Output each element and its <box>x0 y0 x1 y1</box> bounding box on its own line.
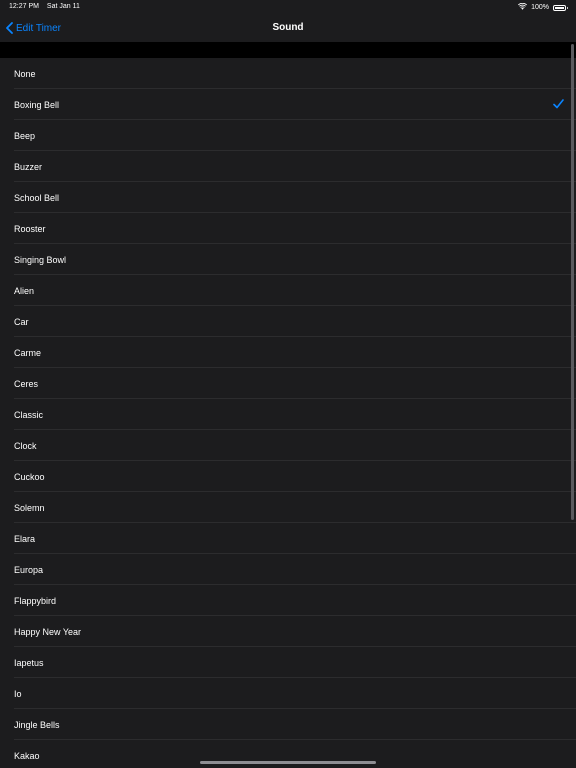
sound-option[interactable]: Happy New Year <box>0 616 576 647</box>
sound-option-label: Cuckoo <box>14 471 45 482</box>
status-date: Sat Jan 11 <box>46 3 80 10</box>
sound-option-label: Boxing Bell <box>14 99 60 110</box>
sound-option[interactable]: Cuckoo <box>0 461 576 492</box>
sound-option-label: Carme <box>14 347 42 358</box>
sound-option[interactable]: Carme <box>0 337 576 368</box>
section-spacer <box>0 42 576 58</box>
sound-option-label: School Bell <box>14 192 60 203</box>
sound-option-label: Elara <box>14 533 36 544</box>
sound-option[interactable]: Alien <box>0 275 576 306</box>
wifi-icon <box>518 2 528 12</box>
sound-option[interactable]: Elara <box>0 523 576 554</box>
status-bar: 12:27 PM Sat Jan 11 100% <box>0 0 576 14</box>
sound-option-label: Alien <box>14 285 35 296</box>
status-time-date: 12:27 PM Sat Jan 11 <box>9 3 86 10</box>
status-time: 12:27 PM <box>9 3 39 10</box>
sound-option[interactable]: Buzzer <box>0 151 576 182</box>
sound-option[interactable]: Clock <box>0 430 576 461</box>
sound-option[interactable]: Solemn <box>0 492 576 523</box>
sound-option-label: Io <box>14 688 22 699</box>
sound-option[interactable]: Iapetus <box>0 647 576 678</box>
page-title: Sound <box>272 22 304 33</box>
sound-option[interactable]: None <box>0 58 576 89</box>
sound-option-label: Car <box>14 316 29 327</box>
checkmark-icon <box>553 99 564 111</box>
home-indicator[interactable] <box>200 761 376 764</box>
sound-option[interactable]: School Bell <box>0 182 576 213</box>
battery-icon <box>553 4 568 11</box>
sound-list: None Boxing Bell Beep Buzzer School Bell Roos… <box>0 58 576 768</box>
sound-option-label: Europa <box>14 564 44 575</box>
sound-option-label: Buzzer <box>14 161 43 172</box>
sound-option-label: Beep <box>14 130 36 141</box>
sound-option-label: Singing Bowl <box>14 254 67 265</box>
sound-option-label: Classic <box>14 409 44 420</box>
sound-option-label: Solemn <box>14 502 45 513</box>
sound-option-label: Iapetus <box>14 657 44 668</box>
sound-option[interactable]: Classic <box>0 399 576 430</box>
navigation-bar: Edit Timer Sound <box>0 14 576 42</box>
sound-option[interactable]: Beep <box>0 120 576 151</box>
sound-option[interactable]: Rooster <box>0 213 576 244</box>
sound-option[interactable]: Ceres <box>0 368 576 399</box>
sound-option-label: Happy New Year <box>14 626 82 637</box>
sound-option-label: Jingle Bells <box>14 719 60 730</box>
sound-option-label: Clock <box>14 440 37 451</box>
sound-option-label: Ceres <box>14 378 39 389</box>
sound-option-label: Rooster <box>14 223 46 234</box>
sound-option[interactable]: Boxing Bell <box>0 89 576 120</box>
sound-option-label: Flappybird <box>14 595 57 606</box>
sound-option[interactable]: Flappybird <box>0 585 576 616</box>
sound-option[interactable]: Jingle Bells <box>0 709 576 740</box>
sound-option[interactable]: Io <box>0 678 576 709</box>
sound-option[interactable]: Car <box>0 306 576 337</box>
battery-percent: 100% <box>531 4 549 11</box>
scrollbar[interactable] <box>571 44 574 520</box>
battery-fill <box>555 6 564 9</box>
sound-option[interactable]: Europa <box>0 554 576 585</box>
sound-option-label: Kakao <box>14 750 40 761</box>
status-indicators: 100% <box>518 2 568 12</box>
sound-option-label: None <box>14 68 36 79</box>
sound-option[interactable]: Singing Bowl <box>0 244 576 275</box>
